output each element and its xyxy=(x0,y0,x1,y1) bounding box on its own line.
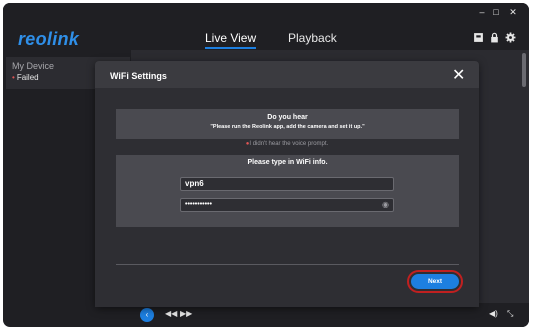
screen-icon[interactable] xyxy=(473,32,484,43)
wifi-info-box: Please type in WiFi info. vpn6 •••••••••… xyxy=(116,155,459,227)
voice-prompt-box: Do you hear "Please run the Reolink app,… xyxy=(116,109,459,139)
volume-icon[interactable]: ◀) xyxy=(489,309,498,318)
fullscreen-icon[interactable]: ⤡ xyxy=(507,309,513,319)
voice-prompt-title: Do you hear xyxy=(267,114,308,121)
dialog-body: Do you hear "Please run the Reolink app,… xyxy=(95,88,479,307)
close-icon[interactable]: ✕ xyxy=(452,65,465,85)
header: reolink Live View Playback – □ ✕ xyxy=(3,3,529,50)
maximize-button[interactable]: □ xyxy=(489,7,503,17)
lock-icon[interactable] xyxy=(489,32,500,43)
gear-icon[interactable] xyxy=(505,32,516,43)
tab-live-view[interactable]: Live View xyxy=(205,31,257,49)
reolink-logo: reolink xyxy=(18,29,80,49)
eye-icon[interactable]: ◉ xyxy=(382,199,389,211)
sidebar-title: My Device xyxy=(12,61,55,71)
device-item[interactable]: • Failed xyxy=(12,73,39,82)
wifi-settings-dialog: WiFi Settings ✕ Do you hear "Please run … xyxy=(95,61,479,307)
no-voice-link[interactable]: ●I didn't hear the voice prompt. xyxy=(95,141,479,147)
chevron-left-icon[interactable]: ‹ xyxy=(140,308,154,322)
voice-prompt-message: "Please run the Reolink app, add the cam… xyxy=(210,124,365,130)
divider xyxy=(116,264,459,265)
device-status: Failed xyxy=(16,73,39,82)
close-window-button[interactable]: ✕ xyxy=(506,7,520,18)
no-voice-label: I didn't hear the voice prompt. xyxy=(249,141,329,147)
next-button[interactable]: Next xyxy=(407,270,463,293)
tab-playback[interactable]: Playback xyxy=(288,31,337,45)
wifi-info-title: Please type in WiFi info. xyxy=(247,159,328,166)
password-input[interactable]: ••••••••••• ◉ xyxy=(180,198,394,212)
dialog-title: WiFi Settings xyxy=(110,71,167,81)
minimize-button[interactable]: – xyxy=(475,7,489,17)
rewind-icon[interactable]: ◀◀ xyxy=(165,309,177,318)
ssid-input[interactable]: vpn6 xyxy=(180,177,394,191)
app-window: reolink Live View Playback – □ ✕ My Devi… xyxy=(3,3,529,327)
status-dot-icon: • xyxy=(12,73,15,82)
fast-forward-icon[interactable]: ▶▶ xyxy=(180,309,192,318)
scrollbar[interactable] xyxy=(522,53,526,87)
password-value: ••••••••••• xyxy=(185,201,212,208)
